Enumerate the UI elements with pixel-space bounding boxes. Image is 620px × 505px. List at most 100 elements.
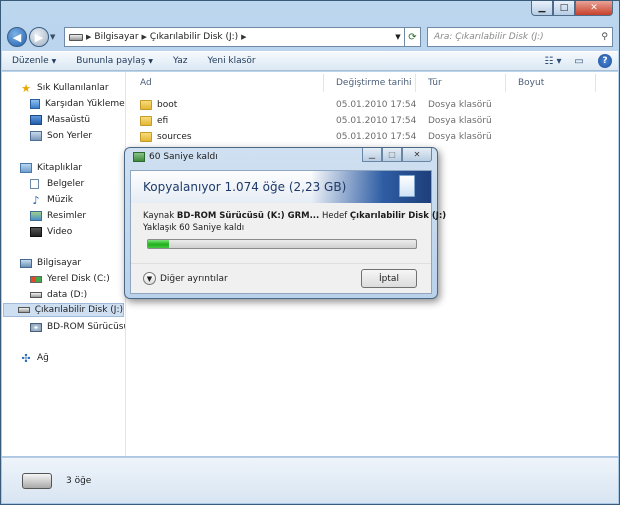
address-dropdown-icon[interactable]: ▼ — [392, 33, 404, 41]
organize-label: Düzenle — [12, 56, 49, 66]
breadcrumb-removable-disk[interactable]: Çıkarılabilir Disk (J:) — [150, 32, 238, 42]
drive-icon — [69, 33, 83, 41]
dialog-title[interactable]: 60 Saniye kaldı — [133, 152, 218, 162]
details-pane: 3 öğe — [2, 457, 618, 503]
file-name: boot — [157, 99, 178, 110]
nav-data-disk[interactable]: data (D:) — [30, 288, 87, 302]
nav-label: Video — [47, 227, 73, 237]
dialog-minimize-button[interactable]: ▁ — [362, 148, 382, 162]
nav-label: data (D:) — [47, 290, 88, 300]
dialog-footer: ▼ Diğer ayrıntılar İptal — [131, 263, 431, 293]
folder-icon — [140, 115, 152, 126]
dialog-body: Kopyalanıyor 1.074 öğe (2,23 GB) Kaynak … — [130, 170, 446, 294]
column-label: Değiştirme tarihi — [336, 78, 412, 88]
nav-label: Son Yerler — [47, 131, 93, 141]
source-value[interactable]: BD-ROM Sürücüsü (K:) GRM... — [177, 211, 319, 221]
cancel-button[interactable]: İptal — [361, 269, 417, 288]
optical-drive-icon — [30, 322, 42, 332]
help-icon[interactable]: ? — [598, 54, 612, 68]
forward-button[interactable]: ▶ — [29, 27, 49, 47]
recent-places-icon — [30, 131, 42, 141]
nav-removable-disk[interactable]: Çıkarılabilir Disk (J:) — [3, 303, 124, 317]
column-header-type[interactable]: Tür — [416, 74, 506, 92]
column-header-date[interactable]: Değiştirme tarihi — [324, 74, 416, 92]
nav-videos[interactable]: Video — [30, 225, 72, 239]
nav-desktop[interactable]: Masaüstü — [30, 113, 90, 127]
file-row[interactable]: boot 05.01.2010 17:54 Dosya klasörü — [128, 97, 618, 112]
organize-button[interactable]: Düzenle ▼ — [2, 56, 66, 66]
title-bar[interactable]: ▁ □ ✕ — [1, 1, 619, 23]
share-button[interactable]: Bununla paylaş ▼ — [66, 56, 163, 66]
nav-local-disk[interactable]: Yerel Disk (C:) — [30, 272, 110, 286]
nav-label: Müzik — [47, 195, 73, 205]
file-row[interactable]: sources 05.01.2010 17:54 Dosya klasörü — [128, 129, 618, 144]
nav-label: Çıkarılabilir Disk (J:) — [34, 305, 123, 315]
dialog-title-text: 60 Saniye kaldı — [149, 152, 218, 162]
file-date: 05.01.2010 17:54 — [336, 99, 417, 110]
file-date: 05.01.2010 17:54 — [336, 131, 417, 142]
pictures-icon — [30, 211, 42, 221]
nav-music[interactable]: ♪ Müzik — [30, 193, 73, 207]
dialog-maximize-button[interactable]: □ — [382, 148, 402, 162]
new-folder-button[interactable]: Yeni klasör — [198, 56, 266, 66]
nav-documents[interactable]: Belgeler — [30, 177, 84, 191]
more-details-toggle[interactable]: ▼ Diğer ayrıntılar — [143, 272, 228, 285]
nav-libraries[interactable]: Kitaplıklar — [20, 161, 82, 175]
removable-drive-icon — [17, 307, 30, 313]
music-icon: ♪ — [32, 193, 40, 207]
burn-label: Yaz — [173, 56, 188, 66]
breadcrumb-separator-icon[interactable]: ▶ — [86, 33, 91, 41]
share-label: Bununla paylaş — [76, 56, 146, 66]
destination-value[interactable]: Çıkarılabilir Disk (J:) — [350, 211, 446, 221]
file-type: Dosya klasörü — [428, 99, 492, 110]
column-label: Boyut — [518, 78, 545, 88]
navigation-pane[interactable]: ★ Sık Kullanılanlar Karşıdan Yüklemeler … — [2, 72, 126, 456]
address-bar[interactable]: ▶ Bilgisayar ▶ Çıkarılabilir Disk (J:) ▶… — [64, 27, 405, 47]
search-input[interactable]: Ara: Çıkarılabilir Disk (J:) ⚲ — [427, 27, 613, 47]
nav-recent[interactable]: Son Yerler — [30, 129, 92, 143]
chevron-down-icon: ▼ — [148, 57, 154, 65]
nav-favorites[interactable]: ★ Sık Kullanılanlar — [20, 81, 109, 95]
nav-bdrom[interactable]: BD-ROM Sürücüsü ( — [30, 320, 125, 334]
refresh-icon[interactable]: ⟳ — [405, 27, 421, 47]
video-icon — [30, 227, 42, 237]
nav-label: Kitaplıklar — [37, 163, 83, 173]
nav-label: Belgeler — [47, 179, 85, 189]
drive-icon — [30, 292, 42, 298]
desktop-icon — [30, 115, 42, 125]
file-date: 05.01.2010 17:54 — [336, 115, 417, 126]
minimize-button[interactable]: ▁ — [531, 1, 553, 16]
time-remaining: Yaklaşık 60 Saniye kaldı — [143, 223, 245, 233]
nav-pictures[interactable]: Resimler — [30, 209, 86, 223]
preview-pane-icon[interactable]: ▭ — [566, 52, 592, 70]
recent-pages-dropdown-icon[interactable]: ▼ — [50, 33, 60, 41]
address-row: ◀ ▶ ▼ ▶ Bilgisayar ▶ Çıkarılabilir Disk … — [7, 25, 613, 49]
dialog-close-button[interactable]: ✕ — [402, 148, 432, 162]
breadcrumb-separator-icon[interactable]: ▶ — [142, 33, 147, 41]
nav-label: Resimler — [47, 211, 87, 221]
column-header-size[interactable]: Boyut — [506, 74, 596, 92]
breadcrumb-computer[interactable]: Bilgisayar — [94, 32, 138, 42]
source-label: Kaynak — [143, 211, 175, 221]
new-folder-label: Yeni klasör — [207, 56, 256, 66]
destination-label: Hedef — [321, 211, 348, 221]
nav-downloads[interactable]: Karşıdan Yüklemeler — [30, 97, 125, 111]
nav-network[interactable]: ✣ Ağ — [20, 351, 48, 365]
nav-computer[interactable]: Bilgisayar — [20, 256, 81, 270]
back-button[interactable]: ◀ — [7, 27, 27, 47]
maximize-button[interactable]: □ — [553, 1, 575, 16]
close-button[interactable]: ✕ — [575, 1, 613, 16]
document-icon — [399, 175, 415, 197]
file-row[interactable]: efi 05.01.2010 17:54 Dosya klasörü — [128, 113, 618, 128]
network-icon: ✣ — [21, 351, 31, 365]
view-options-icon[interactable]: ☷ ▾ — [540, 52, 566, 70]
file-name: efi — [157, 115, 169, 126]
column-header-name[interactable]: Ad — [128, 74, 324, 92]
burn-button[interactable]: Yaz — [163, 56, 198, 66]
breadcrumb-separator-icon[interactable]: ▶ — [241, 33, 246, 41]
chevron-down-icon: ▼ — [143, 272, 156, 285]
search-icon[interactable]: ⚲ — [601, 32, 608, 42]
search-placeholder: Ara: Çıkarılabilir Disk (J:) — [434, 32, 544, 42]
folder-icon — [140, 99, 152, 110]
item-count: 3 öğe — [66, 475, 92, 486]
